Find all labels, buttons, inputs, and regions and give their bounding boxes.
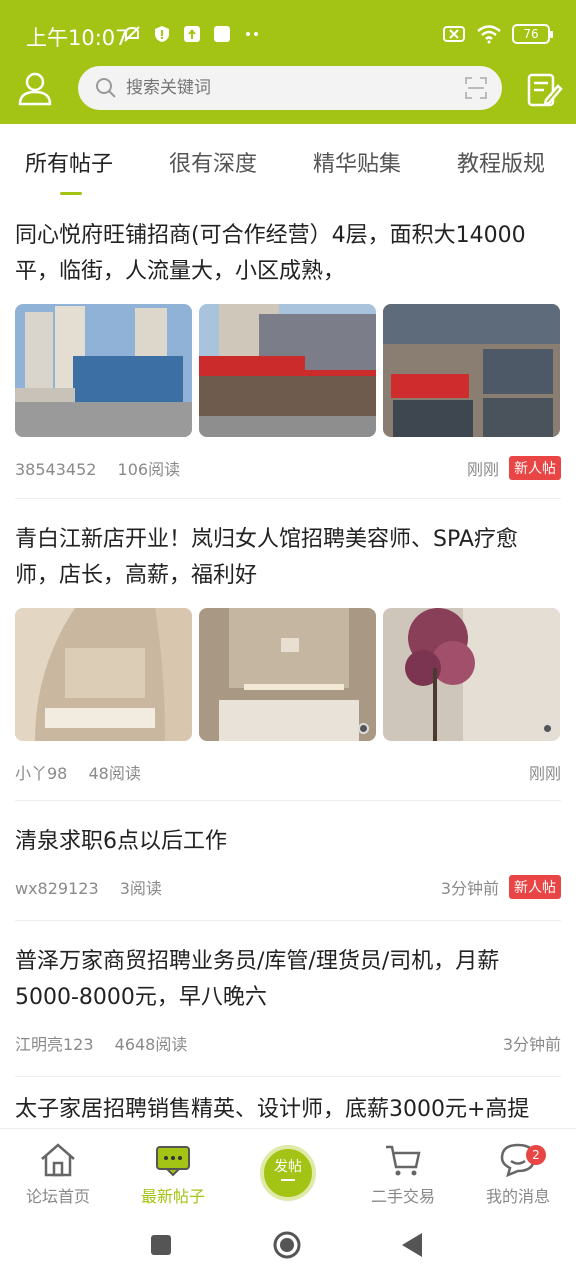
divider (15, 920, 561, 921)
home-icon (41, 1143, 75, 1177)
edit-note-icon[interactable] (524, 70, 564, 110)
gallery-indicator-icon (358, 723, 369, 734)
bottom-navigation: 论坛首页 最新帖子 发帖 二手交易 我的消息 2 (0, 1128, 576, 1214)
system-navigation-bar (0, 1214, 576, 1280)
post-title[interactable]: 同心悦府旺铺招商(可合作经营）4层，面积大14000平，临街，人流量大，小区成熟… (15, 218, 561, 290)
post-image[interactable] (383, 608, 560, 741)
new-post-line (281, 1179, 295, 1181)
scan-icon[interactable] (464, 76, 488, 100)
app-header: 上午10:07 76 (0, 0, 576, 124)
post-title[interactable]: 普泽万家商贸招聘业务员/库管/理货员/司机，月薪5000-8000元，早八晚六 (15, 944, 561, 1016)
tab-all-posts[interactable]: 所有帖子 (25, 146, 113, 178)
no-sim-icon (443, 26, 465, 42)
status-system-icons: 76 (442, 24, 553, 44)
list-item[interactable]: 同心悦府旺铺招商(可合作经营）4层，面积大14000平，临街，人流量大，小区成熟… (15, 218, 561, 483)
tab-in-depth[interactable]: 很有深度 (169, 146, 257, 178)
more-dots-icon (246, 32, 258, 36)
back-icon[interactable] (400, 1232, 424, 1258)
home-button-icon[interactable] (272, 1230, 302, 1260)
post-time: 3分钟前 (502, 1035, 561, 1054)
search-icon (96, 78, 116, 98)
list-item[interactable]: 太子家居招聘销售精英、设计师，底薪3000元+高提 (15, 1092, 561, 1128)
status-time: 上午10:07 (26, 26, 129, 50)
app-notification-icon (214, 26, 230, 42)
post-meta: 38543452 106阅读 刚刚 新人帖 (15, 453, 561, 483)
status-notification-icons (122, 24, 262, 44)
user-profile-icon[interactable] (14, 68, 56, 110)
post-meta: 小丫98 48阅读 刚刚 (15, 757, 561, 787)
nav-forum-home[interactable]: 论坛首页 (8, 1141, 108, 1207)
post-time: 刚刚 (528, 764, 561, 783)
upload-icon (184, 26, 200, 42)
post-reads: 48阅读 (88, 764, 141, 783)
post-feed[interactable]: 同心悦府旺铺招商(可合作经营）4层，面积大14000平，临街，人流量大，小区成熟… (0, 204, 576, 1128)
gallery-indicator-icon (542, 723, 553, 734)
post-title[interactable]: 清泉求职6点以后工作 (15, 824, 561, 860)
search-input[interactable] (126, 78, 426, 98)
post-reads: 4648阅读 (114, 1035, 188, 1054)
post-image[interactable] (15, 304, 192, 437)
post-image[interactable] (383, 304, 560, 437)
battery-icon: 76 (512, 24, 553, 44)
nav-my-messages[interactable]: 我的消息 2 (468, 1141, 568, 1207)
post-meta: wx829123 3阅读 3分钟前 新人帖 (15, 872, 561, 902)
divider (15, 1076, 561, 1077)
nav-second-hand-trade[interactable]: 二手交易 (353, 1141, 453, 1207)
cart-icon (386, 1145, 421, 1176)
active-tab-indicator (60, 192, 82, 195)
post-time: 刚刚 (466, 460, 499, 479)
post-image[interactable] (15, 608, 192, 741)
list-item[interactable]: 青白江新店开业！岚归女人馆招聘美容师、SPA疗愈师，店长，高薪，福利好 小丫98… (15, 522, 561, 787)
nav-label: 我的消息 (485, 1187, 550, 1206)
post-author[interactable]: 38543452 (15, 460, 96, 479)
post-author[interactable]: 小丫98 (15, 764, 67, 783)
new-post-button[interactable]: 发帖 (260, 1145, 316, 1201)
search-bar[interactable] (78, 66, 502, 110)
post-image[interactable] (199, 608, 376, 741)
post-title[interactable]: 太子家居招聘销售精英、设计师，底薪3000元+高提 (15, 1092, 561, 1128)
status-bar: 上午10:07 76 (0, 0, 576, 64)
new-member-badge: 新人帖 (509, 875, 561, 899)
list-item[interactable]: 普泽万家商贸招聘业务员/库管/理货员/司机，月薪5000-8000元，早八晚六 … (15, 944, 561, 1058)
post-images (15, 304, 561, 437)
mute-icon (124, 26, 140, 42)
unread-count-badge: 2 (526, 1145, 546, 1165)
post-author[interactable]: wx829123 (15, 879, 99, 898)
post-image[interactable] (199, 304, 376, 437)
nav-latest-posts[interactable]: 最新帖子 (123, 1141, 223, 1207)
chat-bubble-icon (156, 1146, 190, 1177)
tab-tutorials-rules[interactable]: 教程版规 (457, 146, 545, 178)
post-meta: 江明亮123 4648阅读 3分钟前 (15, 1028, 561, 1058)
post-time: 3分钟前 (440, 879, 499, 898)
post-images (15, 608, 561, 741)
recent-apps-icon[interactable] (150, 1234, 172, 1256)
wifi-icon (477, 25, 501, 44)
list-item[interactable]: 清泉求职6点以后工作 wx829123 3阅读 3分钟前 新人帖 (15, 824, 561, 902)
nav-label: 论坛首页 (25, 1187, 90, 1206)
nav-label: 二手交易 (370, 1187, 435, 1206)
tab-featured[interactable]: 精华贴集 (313, 146, 401, 178)
divider (15, 498, 561, 499)
post-reads: 3阅读 (119, 879, 162, 898)
shield-icon (155, 26, 169, 42)
divider (15, 800, 561, 801)
category-tabs: 所有帖子 很有深度 精华贴集 教程版规 (0, 124, 576, 204)
top-bar (0, 64, 576, 114)
new-post-label: 发帖 (274, 1159, 302, 1175)
post-title[interactable]: 青白江新店开业！岚归女人馆招聘美容师、SPA疗愈师，店长，高薪，福利好 (15, 522, 561, 594)
post-reads: 106阅读 (117, 460, 181, 479)
post-author[interactable]: 江明亮123 (15, 1035, 94, 1054)
new-member-badge: 新人帖 (509, 456, 561, 480)
nav-label: 最新帖子 (140, 1187, 205, 1206)
